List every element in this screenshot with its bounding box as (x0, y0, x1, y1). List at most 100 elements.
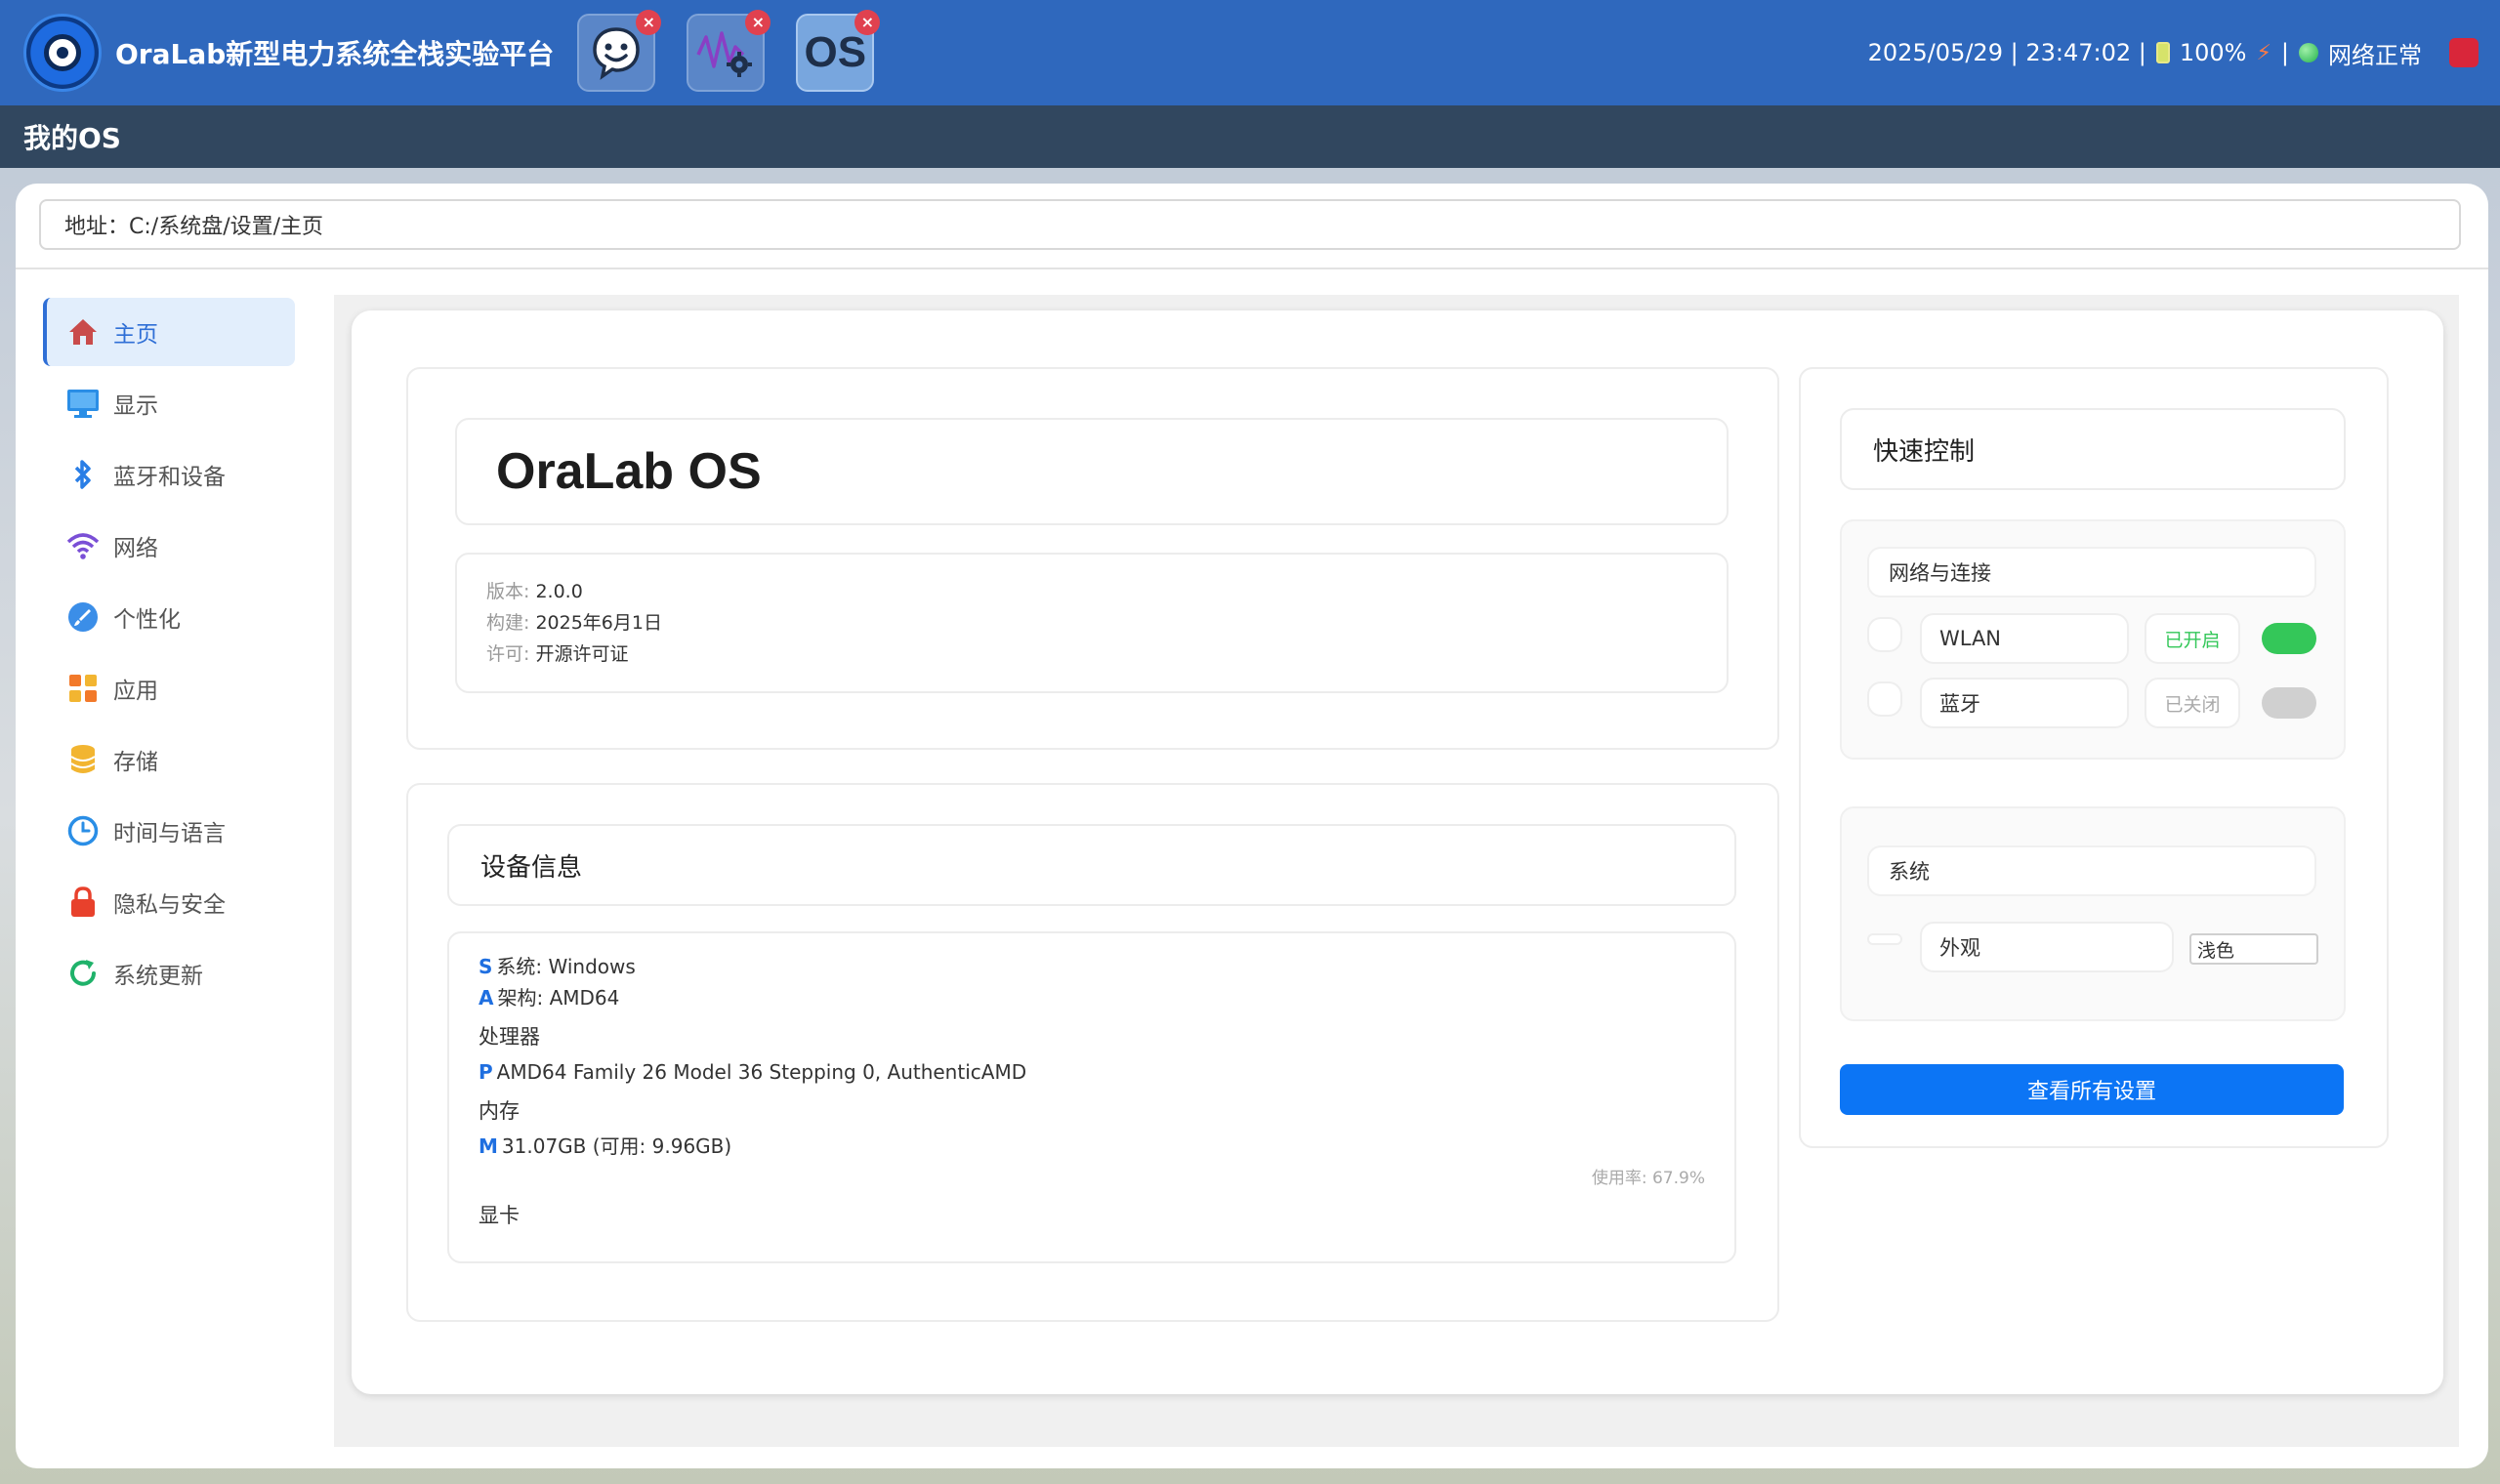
home-icon (66, 315, 100, 349)
sidebar-item-display[interactable]: 显示 (43, 369, 295, 437)
device-info-card: 设备信息 S 系统: Windows A 架构: AMD64 处理器 P AMD64 … (406, 783, 1779, 1322)
sidebar-item-network[interactable]: 网络 (43, 512, 295, 580)
monitor-icon (66, 387, 100, 420)
lock-icon (66, 886, 100, 919)
sidebar-item-label: 主页 (113, 322, 158, 348)
home-panel: OraLab OS 版本: 2.0.0 构建: 2025年6月1日 许可: 开源… (352, 310, 2443, 1394)
network-section-header: 网络与连接 (1867, 547, 2316, 598)
bluetooth-label: 蓝牙 (1939, 692, 1980, 716)
system-section: 系统 外观 浅色 (1840, 806, 2346, 1021)
appearance-label: 外观 (1939, 936, 1980, 960)
build-row: 构建: 2025年6月1日 (486, 612, 662, 634)
app-title: OraLab新型电力系统全栈实验平台 (115, 38, 555, 70)
window-title: 我的OS (23, 122, 121, 154)
wlan-label: WLAN (1939, 627, 2002, 650)
view-all-settings-button[interactable]: 查看所有设置 (1840, 1064, 2344, 1115)
network-status-text: 网络正常 (2328, 41, 2422, 69)
sidebar-item-label: 隐私与安全 (113, 892, 226, 918)
status-separator: | (2280, 39, 2289, 66)
bluetooth-state: 已关闭 (2145, 678, 2240, 728)
wlan-icon (1867, 617, 1902, 652)
gpu-title: 显卡 (479, 1204, 520, 1227)
wlan-label-box: WLAN (1920, 613, 2129, 664)
address-path: C:/系统盘/设置/主页 (129, 215, 324, 239)
bluetooth-quick-icon (1867, 681, 1902, 717)
appearance-icon (1867, 933, 1902, 945)
window-title-bar: 我的OS (0, 105, 2500, 168)
device-details-box: S 系统: Windows A 架构: AMD64 处理器 P AMD64 Famil… (447, 931, 1736, 1263)
battery-icon (2155, 42, 2170, 63)
close-task-chat-button[interactable]: × (636, 10, 662, 35)
system-section-title: 系统 (1889, 860, 1930, 884)
cpu-badge-icon: P (479, 1060, 493, 1084)
task-switcher: × × OS × (577, 10, 881, 92)
system-section-header: 系统 (1867, 845, 2316, 896)
waveform-gear-icon (696, 31, 753, 77)
sidebar-item-label: 存储 (113, 750, 158, 775)
memory-row: M 31.07GB (可用: 9.96GB) (479, 1134, 732, 1158)
sidebar-item-label: 蓝牙和设备 (113, 465, 226, 490)
os-info-card: OraLab OS 版本: 2.0.0 构建: 2025年6月1日 许可: 开源… (406, 367, 1779, 750)
bluetooth-icon (66, 458, 100, 491)
database-icon (66, 743, 100, 776)
sidebar: 主页 显示 蓝牙和设备 网络 个性化 应用 存储 时间与语言 隐私与安全 系统更… (43, 298, 295, 1010)
os-title-box: OraLab OS (455, 418, 1729, 525)
device-info-title: 设备信息 (480, 852, 583, 883)
close-task-settings-button[interactable]: × (745, 10, 771, 35)
address-label: 地址： (64, 215, 130, 239)
memory-usage: 使用率: 67.9% (1591, 1169, 1705, 1188)
chat-face-icon (593, 27, 641, 80)
clock-icon (66, 814, 100, 847)
arch-row: A 架构: AMD64 (479, 986, 620, 1010)
power-button[interactable] (2449, 38, 2479, 67)
apps-icon (66, 672, 100, 705)
network-status-icon (2299, 43, 2318, 62)
sidebar-item-bluetooth[interactable]: 蓝牙和设备 (43, 440, 295, 509)
sidebar-item-system-update[interactable]: 系统更新 (43, 939, 295, 1008)
sidebar-item-label: 应用 (113, 679, 158, 704)
appearance-label-box: 外观 (1920, 922, 2174, 972)
content-area: OraLab OS 版本: 2.0.0 构建: 2025年6月1日 许可: 开源… (334, 295, 2459, 1447)
quick-control-header: 快速控制 (1840, 408, 2346, 490)
task-settings-wave[interactable]: × (687, 10, 771, 92)
device-info-header: 设备信息 (447, 824, 1736, 906)
version-row: 版本: 2.0.0 (486, 581, 583, 602)
wlan-toggle[interactable] (2262, 623, 2316, 654)
sidebar-item-label: 显示 (113, 393, 158, 419)
address-bar[interactable]: 地址： C:/系统盘/设置/主页 (39, 199, 2461, 250)
os-badge-icon: S (479, 955, 493, 978)
sidebar-item-privacy-security[interactable]: 隐私与安全 (43, 868, 295, 936)
os-name: OraLab OS (496, 443, 762, 500)
sidebar-item-storage[interactable]: 存储 (43, 725, 295, 794)
sidebar-item-time-language[interactable]: 时间与语言 (43, 797, 295, 865)
task-os[interactable]: OS × (796, 10, 881, 92)
sidebar-item-personalization[interactable]: 个性化 (43, 583, 295, 651)
os-row: S 系统: Windows (479, 955, 636, 978)
wifi-icon (66, 529, 100, 562)
network-section: 网络与连接 WLAN 已开启 蓝牙 已关闭 (1840, 519, 2346, 760)
app-logo-icon (23, 14, 102, 92)
status-area: 2025/05/29 | 23:47:02 | 100% ⚡ | 网络正常 (1868, 0, 2500, 105)
sidebar-item-label: 时间与语言 (113, 821, 226, 846)
sidebar-item-apps[interactable]: 应用 (43, 654, 295, 722)
memory-title: 内存 (479, 1099, 520, 1123)
divider (16, 268, 2488, 269)
quick-control-title: 快速控制 (1873, 436, 1976, 467)
task-chat[interactable]: × (577, 10, 662, 92)
bluetooth-label-box: 蓝牙 (1920, 678, 2129, 728)
bluetooth-toggle[interactable] (2262, 687, 2316, 719)
wlan-state: 已开启 (2145, 613, 2240, 664)
sidebar-item-label: 系统更新 (113, 964, 203, 989)
top-bar: OraLab新型电力系统全栈实验平台 × × OS × 2025/05/29 |… (0, 0, 2500, 105)
arch-badge-icon: A (479, 986, 494, 1010)
os-task-label: OS (804, 28, 867, 76)
network-section-title: 网络与连接 (1889, 561, 1991, 585)
memory-badge-icon: M (479, 1134, 498, 1158)
appearance-select[interactable]: 浅色 (2189, 933, 2318, 965)
sidebar-item-home[interactable]: 主页 (43, 298, 295, 366)
quick-control-card: 快速控制 网络与连接 WLAN 已开启 蓝牙 已关闭 系统 外观 浅色 (1799, 367, 2389, 1148)
close-task-os-button[interactable]: × (854, 10, 881, 35)
datetime-text: 2025/05/29 | 23:47:02 | (1867, 39, 2146, 66)
os-details-box: 版本: 2.0.0 构建: 2025年6月1日 许可: 开源许可证 (455, 553, 1729, 693)
refresh-icon (66, 957, 100, 990)
